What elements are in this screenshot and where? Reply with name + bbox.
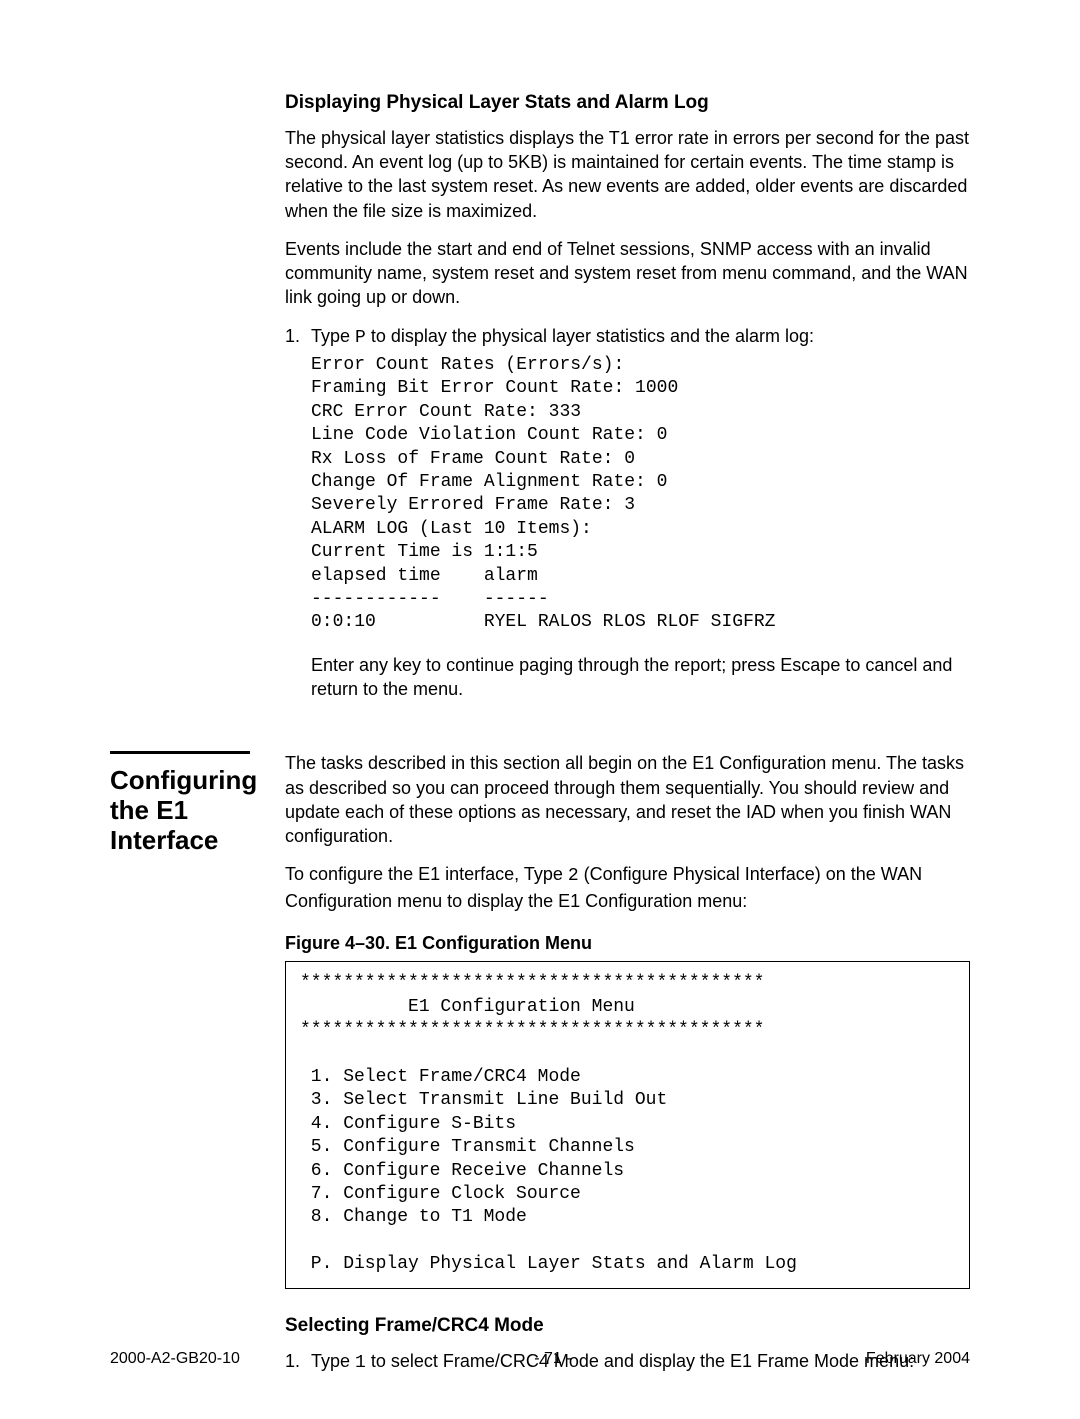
paragraph: Enter any key to continue paging through… xyxy=(311,653,970,702)
footer-page-number: - 71 - xyxy=(534,1348,571,1370)
section-rule xyxy=(110,751,250,754)
section-heading-configuring-e1: Configur­ing the E1 Interface xyxy=(110,766,265,856)
terminal-output: Error Count Rates (Errors/s): Framing Bi… xyxy=(311,354,970,635)
text-fragment: Type xyxy=(311,326,355,346)
key-literal: P xyxy=(355,328,366,348)
footer-date: February 2004 xyxy=(866,1348,970,1370)
step-item: 1. Type P to display the physical layer … xyxy=(285,324,970,350)
figure-caption: Figure 4–30. E1 Configuration Menu xyxy=(285,931,970,955)
paragraph: The tasks described in this section all … xyxy=(285,751,970,848)
page-footer: 2000-A2-GB20-10 - 71 - February 2004 xyxy=(110,1348,970,1370)
paragraph: To configure the E1 interface, Type 2 (C… xyxy=(285,862,970,913)
section-heading-frame-crc4: Selecting Frame/CRC4 Mode xyxy=(285,1313,970,1339)
paragraph: Events include the start and end of Teln… xyxy=(285,237,970,310)
text-fragment: To configure the E1 interface, Type xyxy=(285,864,568,884)
footer-doc-id: 2000-A2-GB20-10 xyxy=(110,1348,240,1370)
text-fragment: to display the physical layer statistics… xyxy=(366,326,814,346)
paragraph: The physical layer statistics displays t… xyxy=(285,126,970,223)
e1-configuration-menu-box: ****************************************… xyxy=(285,961,970,1289)
key-literal: 2 xyxy=(568,866,579,886)
step-text: Type P to display the physical layer sta… xyxy=(311,324,970,350)
section-heading-physical-layer: Displaying Physical Layer Stats and Alar… xyxy=(285,90,970,116)
step-number: 1. xyxy=(285,324,311,350)
